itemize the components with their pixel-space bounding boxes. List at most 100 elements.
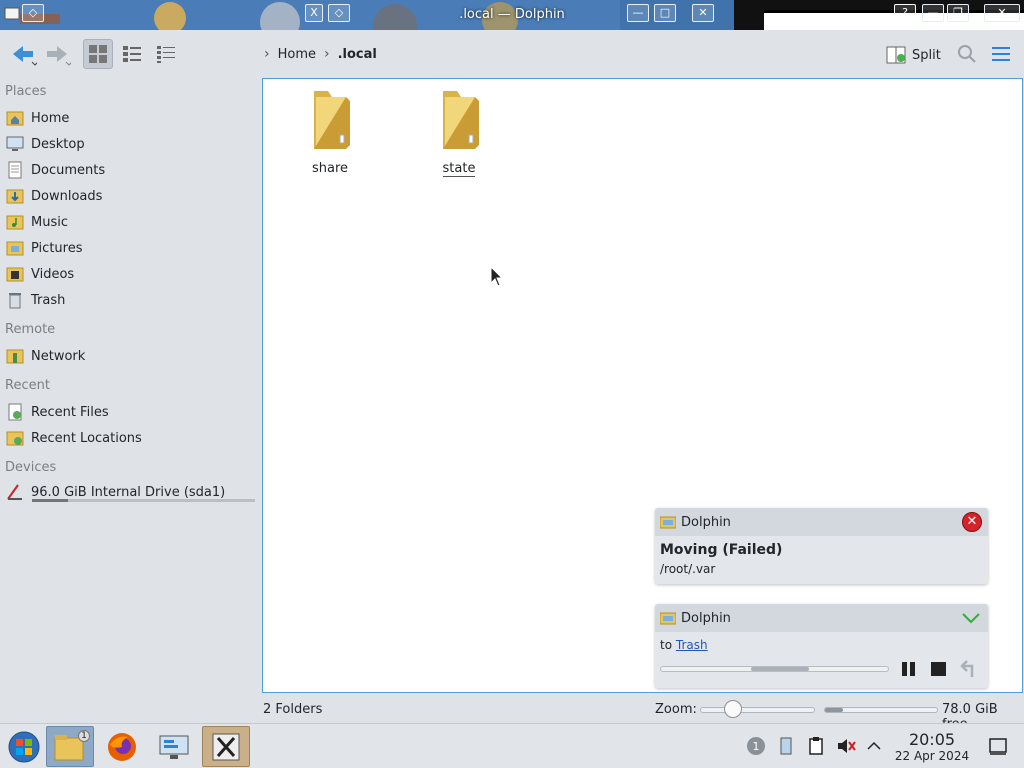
recent-files-icon: [6, 403, 24, 421]
notification-header: Dolphin: [655, 604, 988, 632]
free-space-bar: [824, 707, 938, 713]
split-view-icon: [886, 46, 906, 64]
status-bar: 2 Folders Zoom: 78.0 GiB free: [0, 696, 1024, 732]
zoom-label: Zoom:: [655, 702, 697, 717]
folder-item-share[interactable]: share: [285, 87, 375, 176]
section-remote: Remote: [5, 322, 56, 337]
system-settings-icon: [159, 735, 189, 759]
back-button[interactable]: [8, 39, 38, 69]
hamburger-menu-button[interactable]: [986, 39, 1016, 69]
folder-icon: [314, 91, 350, 149]
toolbar: › Home › .local Split: [0, 30, 1024, 78]
chevron-down-icon[interactable]: [960, 608, 982, 626]
notification-app-name: Dolphin: [681, 610, 731, 626]
drive-usage-bar: [32, 499, 255, 502]
dolphin-app-icon: [660, 516, 676, 529]
search-button[interactable]: [952, 39, 982, 69]
window-titlebar: ◇ X ◇ — □ ✕ .local — Dolphin ? — ❐ ✕: [0, 0, 1024, 30]
search-icon: [958, 45, 976, 63]
start-menu-button[interactable]: [0, 726, 48, 767]
titlebar-right-area: [734, 0, 1024, 30]
sidebar-item-downloads[interactable]: Downloads: [6, 184, 102, 208]
close-button[interactable]: ✕: [984, 4, 1020, 22]
hard-drive-icon: [6, 483, 24, 501]
trash-link[interactable]: Trash: [676, 638, 708, 652]
notification-header: Dolphin: [655, 508, 988, 536]
status-summary: 2 Folders: [263, 702, 323, 717]
details-view-icon: [157, 46, 175, 63]
notification-body: to Trash: [655, 632, 988, 652]
split-label: Split: [912, 47, 941, 63]
breadcrumb: › Home › .local: [264, 46, 377, 62]
places-panel: Places Home Desktop Documents Downloads …: [0, 78, 262, 722]
clipboard-icon[interactable]: [806, 736, 826, 756]
zoom-slider-track[interactable]: [700, 707, 815, 713]
help-button[interactable]: ?: [894, 4, 916, 22]
downloads-folder-icon: [6, 187, 24, 205]
taskbar-firefox[interactable]: [98, 726, 146, 767]
back-arrow-icon: [13, 46, 37, 66]
trash-icon: [6, 291, 24, 309]
taskbar-system-settings[interactable]: [150, 726, 198, 767]
documents-icon: [6, 161, 24, 179]
chevron-up-icon[interactable]: [864, 736, 884, 756]
forward-button[interactable]: [42, 39, 72, 69]
pictures-folder-icon: [6, 239, 24, 257]
split-button[interactable]: Split: [886, 43, 941, 67]
taskbar-badge: 1: [78, 730, 90, 742]
file-view[interactable]: share state: [262, 78, 1023, 693]
breadcrumb-current[interactable]: .local: [338, 47, 377, 62]
volume-muted-icon[interactable]: [836, 736, 856, 756]
notification-failed: Dolphin ✕ Moving (Failed) /root/.var: [655, 508, 988, 584]
error-close-icon[interactable]: ✕: [962, 512, 982, 532]
section-recent: Recent: [5, 378, 50, 393]
maximize-button[interactable]: ❐: [947, 4, 969, 22]
sidebar-item-network[interactable]: Network: [6, 344, 85, 368]
destination-prefix: to: [660, 638, 673, 652]
taskbar-x-app[interactable]: [202, 726, 250, 767]
music-folder-icon: [6, 213, 24, 231]
icons-view-icon: [89, 45, 107, 63]
sidebar-item-videos[interactable]: Videos: [6, 262, 74, 286]
stop-icon[interactable]: [930, 660, 948, 678]
icons-view-button[interactable]: [83, 39, 113, 69]
notification-app-name: Dolphin: [681, 514, 731, 530]
mouse-cursor-icon: [490, 266, 504, 287]
zoom-slider-handle[interactable]: [724, 700, 742, 718]
forward-arrow-icon: [47, 46, 71, 66]
sidebar-item-pictures[interactable]: Pictures: [6, 236, 82, 260]
clock-time: 20:05: [908, 730, 956, 749]
recent-locations-icon: [6, 429, 24, 447]
section-devices: Devices: [5, 460, 57, 475]
sidebar-item-music[interactable]: Music: [6, 210, 68, 234]
compact-view-button[interactable]: [117, 39, 147, 69]
clock[interactable]: 20:05 22 Apr 2024: [892, 730, 972, 763]
hamburger-menu-icon: [992, 47, 1010, 61]
videos-folder-icon: [6, 265, 24, 283]
tray-storage-icon[interactable]: [776, 736, 796, 756]
sidebar-item-recent-locations[interactable]: Recent Locations: [6, 426, 142, 450]
sidebar-item-recent-files[interactable]: Recent Files: [6, 400, 109, 424]
sidebar-item-documents[interactable]: Documents: [6, 158, 105, 182]
x-app-icon: [212, 733, 240, 760]
firefox-icon: [108, 732, 136, 761]
svg-text:1: 1: [753, 740, 760, 753]
network-folder-icon: [6, 347, 24, 365]
sidebar-item-desktop[interactable]: Desktop: [6, 132, 85, 156]
start-orb-icon: [8, 731, 40, 762]
compact-view-icon: [123, 46, 141, 62]
folder-item-state[interactable]: state: [414, 87, 504, 177]
minimize-button[interactable]: —: [922, 4, 944, 22]
breadcrumb-home[interactable]: Home: [278, 47, 316, 62]
pause-icon[interactable]: [900, 660, 918, 678]
sidebar-item-trash[interactable]: Trash: [6, 288, 65, 312]
folder-label: state: [442, 161, 476, 177]
show-desktop-icon[interactable]: [988, 736, 1008, 756]
taskbar-dolphin[interactable]: 1: [46, 726, 94, 767]
details-view-button[interactable]: [151, 39, 181, 69]
tray-notification-count[interactable]: 1: [746, 736, 766, 756]
undo-icon[interactable]: [960, 659, 978, 679]
sidebar-item-home[interactable]: Home: [6, 106, 69, 130]
section-places: Places: [5, 84, 47, 99]
notification-body: /root/.var: [660, 562, 716, 576]
